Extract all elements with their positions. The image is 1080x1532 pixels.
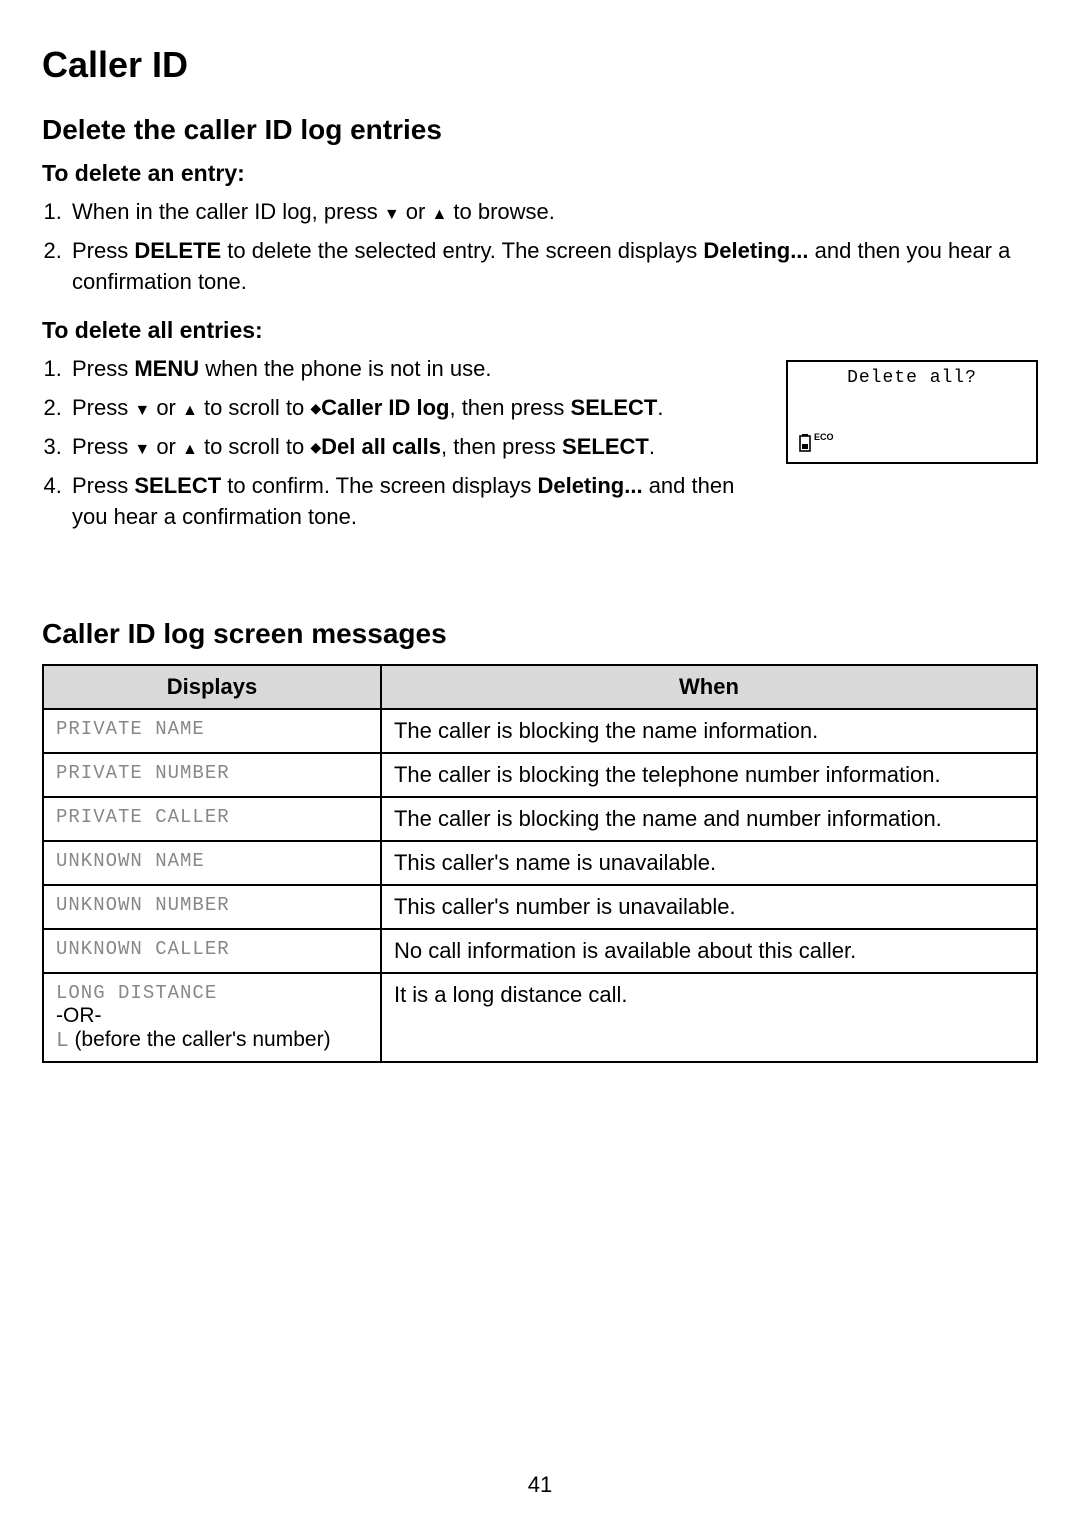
text: to scroll to [198, 395, 310, 420]
battery-icon [798, 434, 812, 452]
cell-display: UNKNOWN NUMBER [43, 885, 381, 929]
text: . [649, 434, 655, 459]
table-row: PRIVATE NUMBER The caller is blocking th… [43, 753, 1037, 797]
diamond-icon [310, 434, 321, 459]
l-note: L (before the caller's number) [56, 1028, 368, 1053]
up-arrow-icon [182, 395, 198, 420]
table-row: PRIVATE CALLER The caller is blocking th… [43, 797, 1037, 841]
cell-display-long-distance: LONG DISTANCE -OR- L (before the caller'… [43, 973, 381, 1062]
delete-entry-steps: When in the caller ID log, press or to b… [68, 197, 1038, 297]
section-heading-delete-entries: Delete the caller ID log entries [42, 114, 1038, 146]
text: when the phone is not in use. [199, 356, 491, 381]
screen-text: Delete all? [798, 368, 1026, 388]
cell-display: PRIVATE CALLER [43, 797, 381, 841]
up-arrow-icon [431, 199, 447, 224]
eco-label: ECO [814, 432, 834, 442]
cell-display: UNKNOWN CALLER [43, 929, 381, 973]
long-distance-label: LONG DISTANCE [56, 982, 368, 1004]
text: to scroll to [198, 434, 310, 459]
up-arrow-icon [182, 434, 198, 459]
cell-when: No call information is available about t… [381, 929, 1037, 973]
phone-screen-mockup: Delete all? ECO [786, 360, 1038, 464]
cell-when: The caller is blocking the name informat… [381, 709, 1037, 753]
th-displays: Displays [43, 665, 381, 709]
diamond-icon [310, 395, 321, 420]
deleting-label: Deleting... [703, 238, 808, 263]
select-key-label: SELECT [134, 473, 221, 498]
table-header-row: Displays When [43, 665, 1037, 709]
down-arrow-icon [134, 434, 150, 459]
screen-messages-table: Displays When PRIVATE NAME The caller is… [42, 664, 1038, 1063]
cell-when: The caller is blocking the telephone num… [381, 753, 1037, 797]
table-row: PRIVATE NAME The caller is blocking the … [43, 709, 1037, 753]
l-prefix: L [56, 1030, 69, 1053]
table-row: LONG DISTANCE -OR- L (before the caller'… [43, 973, 1037, 1062]
cell-display: PRIVATE NUMBER [43, 753, 381, 797]
page-number: 41 [0, 1472, 1080, 1498]
or-label: -OR- [56, 1004, 368, 1028]
text: Press [72, 434, 134, 459]
cell-when: This caller's number is unavailable. [381, 885, 1037, 929]
th-when: When [381, 665, 1037, 709]
caller-id-log-label: Caller ID log [321, 395, 449, 420]
text: . [657, 395, 663, 420]
select-key-label: SELECT [571, 395, 658, 420]
text: to confirm. The screen displays [221, 473, 537, 498]
text: , then press [449, 395, 570, 420]
step-1a: When in the caller ID log, press or to b… [68, 197, 1038, 228]
step-2b: Press or to scroll to Caller ID log, the… [68, 393, 758, 424]
section-heading-screen-messages: Caller ID log screen messages [42, 618, 1038, 650]
sub-heading-delete-entry: To delete an entry: [42, 160, 1038, 187]
text: Press [72, 473, 134, 498]
sub-heading-delete-all: To delete all entries: [42, 317, 1038, 344]
delete-all-steps: Press MENU when the phone is not in use.… [68, 354, 758, 540]
text: , then press [441, 434, 562, 459]
step-1b: Press MENU when the phone is not in use. [68, 354, 758, 385]
l-note-text: (before the caller's number) [69, 1028, 331, 1051]
text: to delete the selected entry. The screen… [221, 238, 703, 263]
step-4b: Press SELECT to confirm. The screen disp… [68, 471, 758, 533]
cell-display: PRIVATE NAME [43, 709, 381, 753]
text: Press [72, 395, 134, 420]
text: When in the caller ID log, press [72, 199, 384, 224]
text: or [150, 395, 182, 420]
text: or [400, 199, 432, 224]
text: Press [72, 238, 134, 263]
step-3b: Press or to scroll to Del all calls, the… [68, 432, 758, 463]
down-arrow-icon [384, 199, 400, 224]
select-key-label: SELECT [562, 434, 649, 459]
page-title: Caller ID [42, 44, 1038, 86]
cell-when: The caller is blocking the name and numb… [381, 797, 1037, 841]
deleting-label: Deleting... [537, 473, 642, 498]
cell-display: UNKNOWN NAME [43, 841, 381, 885]
del-all-calls-label: Del all calls [321, 434, 441, 459]
delete-key-label: DELETE [134, 238, 221, 263]
text: Press [72, 356, 134, 381]
step-2a: Press DELETE to delete the selected entr… [68, 236, 1038, 298]
menu-key-label: MENU [134, 356, 199, 381]
table-row: UNKNOWN CALLER No call information is av… [43, 929, 1037, 973]
cell-when: It is a long distance call. [381, 973, 1037, 1062]
table-row: UNKNOWN NAME This caller's name is unava… [43, 841, 1037, 885]
table-row: UNKNOWN NUMBER This caller's number is u… [43, 885, 1037, 929]
cell-when: This caller's name is unavailable. [381, 841, 1037, 885]
down-arrow-icon [134, 395, 150, 420]
text: or [150, 434, 182, 459]
text: to browse. [447, 199, 555, 224]
